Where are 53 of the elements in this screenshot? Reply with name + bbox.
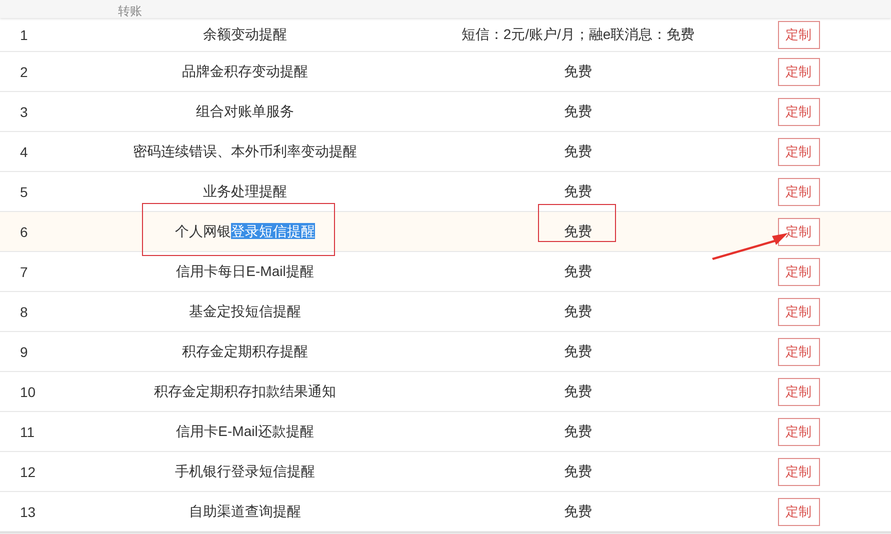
customize-button[interactable]: 定制 xyxy=(778,298,820,326)
service-name: 基金定投短信提醒 xyxy=(189,302,301,320)
service-name: 品牌金积存变动提醒 xyxy=(182,62,308,80)
customize-button[interactable]: 定制 xyxy=(778,498,820,526)
fee-text: 短信：2元/账户/月；融e联消息：免费 xyxy=(461,26,695,44)
service-name: 组合对账单服务 xyxy=(196,102,294,120)
service-name: 业务处理提醒 xyxy=(203,182,287,200)
service-name: 余额变动提醒 xyxy=(203,26,287,44)
row-number: 4 xyxy=(20,144,28,160)
service-name: 自助渠道查询提醒 xyxy=(189,502,301,520)
customize-button[interactable]: 定制 xyxy=(778,58,820,86)
row-number: 2 xyxy=(20,64,28,80)
customize-button[interactable]: 定制 xyxy=(778,178,820,206)
row-number: 13 xyxy=(20,504,36,520)
customize-button[interactable]: 定制 xyxy=(778,378,820,406)
fee-text: 免费 xyxy=(564,462,592,480)
service-name: 个人网银登录短信提醒 xyxy=(175,222,315,240)
row-number: 7 xyxy=(20,264,28,280)
customize-button[interactable]: 定制 xyxy=(778,258,820,286)
row-number: 1 xyxy=(20,26,28,42)
fee-text: 免费 xyxy=(564,262,592,280)
customize-button[interactable]: 定制 xyxy=(778,458,820,486)
row-number: 8 xyxy=(20,304,28,320)
customize-button[interactable]: 定制 xyxy=(778,138,820,166)
fee-text: 免费 xyxy=(564,62,592,80)
fee-text: 免费 xyxy=(564,102,592,120)
row-number: 12 xyxy=(20,464,36,480)
service-name: 积存金定期积存扣款结果通知 xyxy=(154,382,336,400)
customize-button[interactable]: 定制 xyxy=(778,418,820,446)
service-name: 积存金定期积存提醒 xyxy=(182,342,308,360)
fee-text: 免费 xyxy=(564,382,592,400)
fee-text: 免费 xyxy=(564,222,592,240)
row-number: 6 xyxy=(20,224,28,240)
row-number: 11 xyxy=(20,424,35,440)
fee-text: 免费 xyxy=(564,302,592,320)
fee-text: 免费 xyxy=(564,142,592,160)
column-header: 转账 xyxy=(118,3,142,20)
customize-button[interactable]: 定制 xyxy=(778,20,820,48)
service-name: 密码连续错误、本外币利率变动提醒 xyxy=(133,142,357,160)
service-name: 信用卡每日E-Mail提醒 xyxy=(176,262,314,280)
fee-text: 免费 xyxy=(564,182,592,200)
service-name: 信用卡E-Mail还款提醒 xyxy=(176,422,314,440)
fee-text: 免费 xyxy=(564,422,592,440)
customize-button[interactable]: 定制 xyxy=(778,338,820,366)
row-number: 9 xyxy=(20,344,28,360)
customize-button[interactable]: 定制 xyxy=(778,218,820,246)
row-number: 10 xyxy=(20,384,36,400)
fee-text: 免费 xyxy=(564,342,592,360)
customize-button[interactable]: 定制 xyxy=(778,98,820,126)
fee-text: 免费 xyxy=(564,502,592,520)
service-name: 手机银行登录短信提醒 xyxy=(175,462,315,480)
row-number: 3 xyxy=(20,104,28,120)
row-number: 5 xyxy=(20,184,28,200)
